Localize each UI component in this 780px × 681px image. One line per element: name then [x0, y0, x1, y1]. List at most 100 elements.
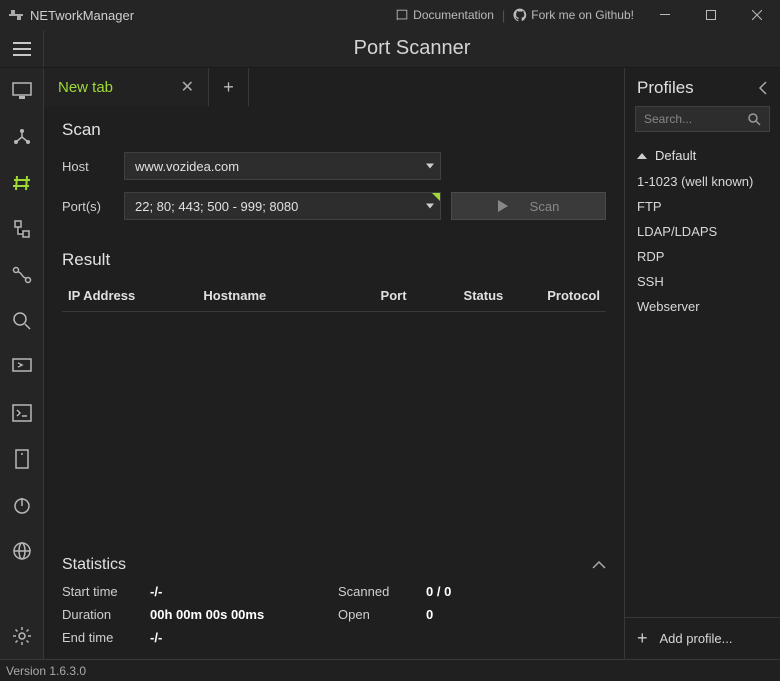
host-value: www.vozidea.com — [135, 159, 239, 174]
profiles-panel: Profiles Search... Default 1-1023 (well … — [624, 68, 780, 659]
sidebar-item-port-scanner[interactable] — [0, 160, 43, 206]
profile-item[interactable]: RDP — [625, 244, 780, 269]
terminal-icon — [12, 404, 32, 422]
statistics-header[interactable]: Statistics — [62, 556, 606, 574]
hash-icon — [12, 174, 32, 192]
col-protocol[interactable]: Protocol — [503, 288, 600, 303]
profile-group-label: Default — [655, 148, 696, 163]
profile-item[interactable]: SSH — [625, 269, 780, 294]
globe-icon — [13, 542, 31, 560]
profile-group-default[interactable]: Default — [625, 142, 780, 169]
result-table-body — [62, 312, 606, 556]
tabstrip: New tab ✕ + — [44, 68, 624, 106]
duration-label: Duration — [62, 607, 142, 622]
valid-corner-icon — [432, 193, 440, 201]
titlebar: NETworkManager Documentation | Fork me o… — [0, 0, 780, 30]
statistics-heading: Statistics — [62, 556, 126, 574]
statusbar: Version 1.6.3.0 — [0, 659, 780, 681]
statistics: Statistics Start time -/- Scanned 0 / 0 … — [62, 556, 606, 645]
ports-label: Port(s) — [62, 199, 124, 214]
remote-icon — [12, 358, 32, 376]
github-label: Fork me on Github! — [531, 8, 634, 22]
version-label: Version 1.6.3.0 — [6, 664, 86, 678]
col-port[interactable]: Port — [339, 288, 407, 303]
book-icon — [395, 8, 409, 22]
sidebar-item-putty[interactable] — [0, 436, 43, 482]
main: New tab ✕ + Scan Host www.vozidea.com Po… — [44, 68, 624, 659]
add-tab-button[interactable]: + — [209, 68, 249, 106]
sidebar-item-dnslookup[interactable] — [0, 298, 43, 344]
profiles-heading: Profiles — [637, 78, 694, 98]
col-status[interactable]: Status — [407, 288, 504, 303]
add-profile-button[interactable]: + Add profile... — [625, 617, 780, 659]
search-placeholder: Search... — [644, 112, 747, 126]
documentation-label: Documentation — [413, 8, 494, 22]
content: Scan Host www.vozidea.com Port(s) 22; 80… — [44, 106, 624, 659]
scanned-label: Scanned — [338, 584, 418, 599]
headerbar: Port Scanner — [0, 30, 780, 68]
result-heading: Result — [62, 250, 606, 270]
sidebar-item-power[interactable] — [0, 482, 43, 528]
chevron-down-icon — [426, 164, 434, 169]
chevron-down-icon — [426, 204, 434, 209]
scan-heading: Scan — [62, 120, 606, 140]
chevron-up-icon — [592, 560, 606, 570]
servers-icon — [13, 220, 31, 238]
profile-item[interactable]: LDAP/LDAPS — [625, 219, 780, 244]
documentation-link[interactable]: Documentation — [387, 0, 502, 30]
gear-icon — [12, 626, 32, 646]
maximize-button[interactable] — [688, 0, 734, 30]
sidebar-item-whois[interactable] — [0, 528, 43, 574]
sidebar-item-powershell[interactable] — [0, 390, 43, 436]
monitor-icon — [12, 82, 32, 100]
sidebar-item-settings[interactable] — [0, 613, 43, 659]
play-icon — [498, 200, 508, 212]
col-ip[interactable]: IP Address — [68, 288, 203, 303]
close-button[interactable] — [734, 0, 780, 30]
scan-button[interactable]: Scan — [451, 192, 606, 220]
sidebar — [0, 68, 44, 659]
sidebar-item-dashboard[interactable] — [0, 68, 43, 114]
host-input[interactable]: www.vozidea.com — [124, 152, 441, 180]
host-label: Host — [62, 159, 124, 174]
search-globe-icon — [12, 311, 32, 331]
result-table-header: IP Address Hostname Port Status Protocol — [62, 280, 606, 312]
hamburger-menu[interactable] — [0, 30, 44, 67]
tab-new[interactable]: New tab ✕ — [44, 68, 209, 106]
power-icon — [13, 496, 31, 514]
network-icon — [12, 128, 32, 146]
ports-value: 22; 80; 443; 500 - 999; 8080 — [135, 199, 298, 214]
sidebar-item-remote-desktop[interactable] — [0, 344, 43, 390]
profile-item[interactable]: Webserver — [625, 294, 780, 319]
ports-input[interactable]: 22; 80; 443; 500 - 999; 8080 — [124, 192, 441, 220]
collapse-profiles-icon[interactable] — [758, 81, 768, 95]
start-time-value: -/- — [150, 584, 330, 599]
start-time-label: Start time — [62, 584, 142, 599]
minimize-button[interactable] — [642, 0, 688, 30]
col-hostname[interactable]: Hostname — [203, 288, 338, 303]
profiles-search-input[interactable]: Search... — [635, 106, 770, 132]
profile-item[interactable]: 1-1023 (well known) — [625, 169, 780, 194]
open-value: 0 — [426, 607, 606, 622]
sidebar-item-ping[interactable] — [0, 206, 43, 252]
server-icon — [14, 449, 30, 469]
chevron-up-icon — [637, 153, 647, 159]
duration-value: 00h 00m 00s 00ms — [150, 607, 330, 622]
open-label: Open — [338, 607, 418, 622]
page-title: Port Scanner — [44, 30, 780, 67]
sidebar-item-traceroute[interactable] — [0, 252, 43, 298]
route-icon — [12, 266, 32, 284]
app-icon — [8, 7, 24, 23]
tab-label: New tab — [58, 79, 113, 96]
profile-item[interactable]: FTP — [625, 194, 780, 219]
add-profile-label: Add profile... — [660, 631, 733, 646]
end-time-value: -/- — [150, 630, 330, 645]
scanned-value: 0 / 0 — [426, 584, 606, 599]
scan-button-label: Scan — [530, 199, 560, 214]
sidebar-item-network[interactable] — [0, 114, 43, 160]
end-time-label: End time — [62, 630, 142, 645]
github-icon — [513, 8, 527, 22]
github-link[interactable]: Fork me on Github! — [505, 0, 642, 30]
app-title: NETworkManager — [30, 8, 134, 23]
close-tab-icon[interactable]: ✕ — [181, 77, 194, 97]
